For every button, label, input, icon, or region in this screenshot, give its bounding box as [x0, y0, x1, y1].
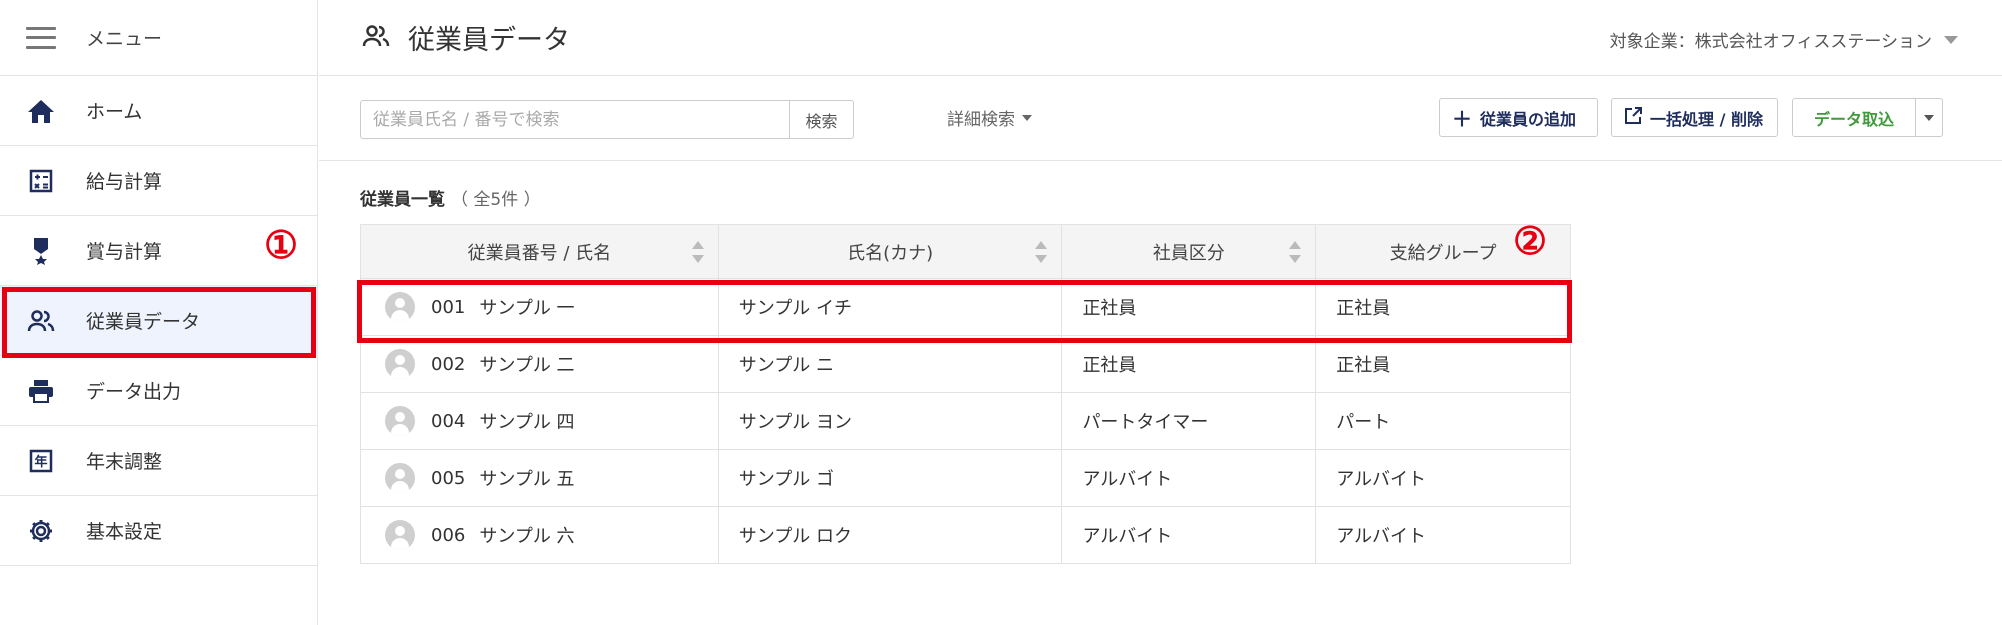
column-label: 社員区分 — [1152, 242, 1225, 264]
employee-kana: サンプル ゴ — [717, 449, 1063, 507]
chevron-down-icon — [1944, 35, 1958, 44]
avatar — [385, 406, 415, 436]
list-count: （ 全5件 ） — [451, 190, 541, 210]
column-label: 氏名(カナ) — [847, 242, 934, 264]
gear-icon — [26, 516, 56, 546]
employee-table: 従業員番号 / 氏名 氏名(カナ) 社員区分 支給グループ 001 サンプル 一 … — [360, 224, 1571, 564]
employee-name[interactable]: サンプル 六 — [479, 522, 574, 548]
employee-number: 002 — [431, 353, 466, 375]
sidebar-item-label: 基本設定 — [86, 521, 163, 543]
sidebar-item-label: 賞与計算 — [86, 241, 163, 263]
column-label: 支給グループ — [1389, 242, 1497, 264]
highlight-box-2 — [357, 280, 1572, 343]
employee-type: アルバイト — [1061, 449, 1317, 507]
bulk-process-label: 一括処理 / 削除 — [1650, 109, 1763, 129]
caret-down-icon — [1022, 114, 1032, 121]
employee-kana: サンプル ヨン — [717, 392, 1063, 450]
add-employee-button[interactable]: ＋ 従業員の追加 — [1439, 98, 1598, 137]
employee-name[interactable]: サンプル 五 — [479, 465, 574, 491]
employee-type: アルバイト — [1061, 506, 1317, 564]
employee-type: 正社員 — [1061, 335, 1317, 393]
home-icon — [26, 96, 56, 126]
sidebar-item-label: ホーム — [86, 101, 143, 123]
data-import-button[interactable]: データ取込 — [1792, 98, 1916, 137]
avatar — [385, 520, 415, 550]
plus-icon: ＋ — [1452, 107, 1472, 131]
company-selector[interactable]: 対象企業：株式会社オフィスステーション — [1610, 27, 1958, 52]
employee-kana: サンプル ニ — [717, 335, 1063, 393]
pay-group: パート — [1315, 392, 1571, 450]
page-header: 従業員データ 対象企業：株式会社オフィスステーション — [319, 0, 2002, 76]
table-row[interactable]: 004 サンプル 四 サンプル ヨン パートタイマー パート — [360, 392, 1571, 450]
import-dropdown-button[interactable] — [1915, 98, 1943, 137]
sort-icon[interactable] — [1289, 241, 1302, 263]
company-name: 対象企業：株式会社オフィスステーション — [1609, 32, 1932, 52]
sort-icon[interactable] — [691, 241, 704, 263]
page-title: 従業員データ — [408, 25, 570, 56]
list-title: 従業員一覧 — [360, 190, 445, 210]
sidebar-item-label: 給与計算 — [86, 171, 163, 193]
sidebar-item-label: データ出力 — [86, 381, 182, 403]
employee-number: 004 — [431, 410, 466, 432]
sidebar-item-home[interactable]: ホーム — [0, 76, 317, 146]
sort-icon[interactable] — [1035, 241, 1048, 263]
table-row[interactable]: 006 サンプル 六 サンプル ロク アルバイト アルバイト — [360, 506, 1571, 564]
column-header-employee-type[interactable]: 社員区分 — [1061, 224, 1317, 279]
sidebar-item-data-output[interactable]: データ出力 — [0, 356, 317, 426]
calculator-icon — [26, 166, 56, 196]
hamburger-icon[interactable] — [26, 26, 56, 49]
avatar — [385, 349, 415, 379]
pay-group: 正社員 — [1315, 335, 1571, 393]
table-row[interactable]: 002 サンプル 二 サンプル ニ 正社員 正社員 — [360, 335, 1571, 393]
table-header-row: 従業員番号 / 氏名 氏名(カナ) 社員区分 支給グループ — [360, 224, 1571, 279]
column-header-kana[interactable]: 氏名(カナ) — [717, 224, 1063, 279]
column-label: 従業員番号 / 氏名 — [467, 242, 612, 264]
menu-header[interactable]: メニュー — [0, 0, 317, 76]
highlight-box-1 — [2, 287, 316, 358]
avatar — [385, 463, 415, 493]
printer-icon — [26, 376, 56, 406]
employee-type: パートタイマー — [1061, 392, 1317, 450]
search-box: 検索 — [360, 100, 854, 139]
caret-down-icon — [1924, 114, 1934, 121]
employee-name[interactable]: サンプル 二 — [479, 351, 574, 377]
employee-name[interactable]: サンプル 四 — [479, 408, 574, 434]
annotation-marker-2: ② — [1513, 218, 1548, 263]
sidebar-item-settings[interactable]: 基本設定 — [0, 496, 317, 566]
year-end-icon: 年 — [26, 446, 56, 476]
menu-label: メニュー — [86, 28, 163, 50]
bulk-process-button[interactable]: 一括処理 / 削除 — [1611, 98, 1778, 137]
external-link-icon — [1624, 106, 1642, 130]
search-button[interactable]: 検索 — [789, 101, 853, 138]
people-icon — [362, 24, 390, 51]
svg-text:年: 年 — [34, 454, 47, 470]
sidebar-item-year-end[interactable]: 年 年末調整 — [0, 426, 317, 496]
award-icon — [26, 236, 56, 266]
employee-number: 005 — [431, 467, 466, 489]
table-row[interactable]: 005 サンプル 五 サンプル ゴ アルバイト アルバイト — [360, 449, 1571, 507]
advanced-search-label: 詳細検索 — [947, 110, 1015, 130]
search-input[interactable] — [361, 101, 789, 138]
pay-group: アルバイト — [1315, 449, 1571, 507]
pay-group: アルバイト — [1315, 506, 1571, 564]
sidebar-item-payroll[interactable]: 給与計算 — [0, 146, 317, 216]
add-employee-label: 従業員の追加 — [1480, 109, 1577, 129]
employee-kana: サンプル ロク — [717, 506, 1063, 564]
column-header-number-name[interactable]: 従業員番号 / 氏名 — [360, 224, 719, 279]
advanced-search-toggle[interactable]: 詳細検索 — [947, 105, 1032, 130]
list-heading: 従業員一覧 （ 全5件 ） — [360, 185, 541, 210]
sidebar-item-label: 年末調整 — [86, 451, 163, 473]
annotation-marker-1: ① — [264, 222, 299, 267]
employee-number: 006 — [431, 524, 466, 546]
